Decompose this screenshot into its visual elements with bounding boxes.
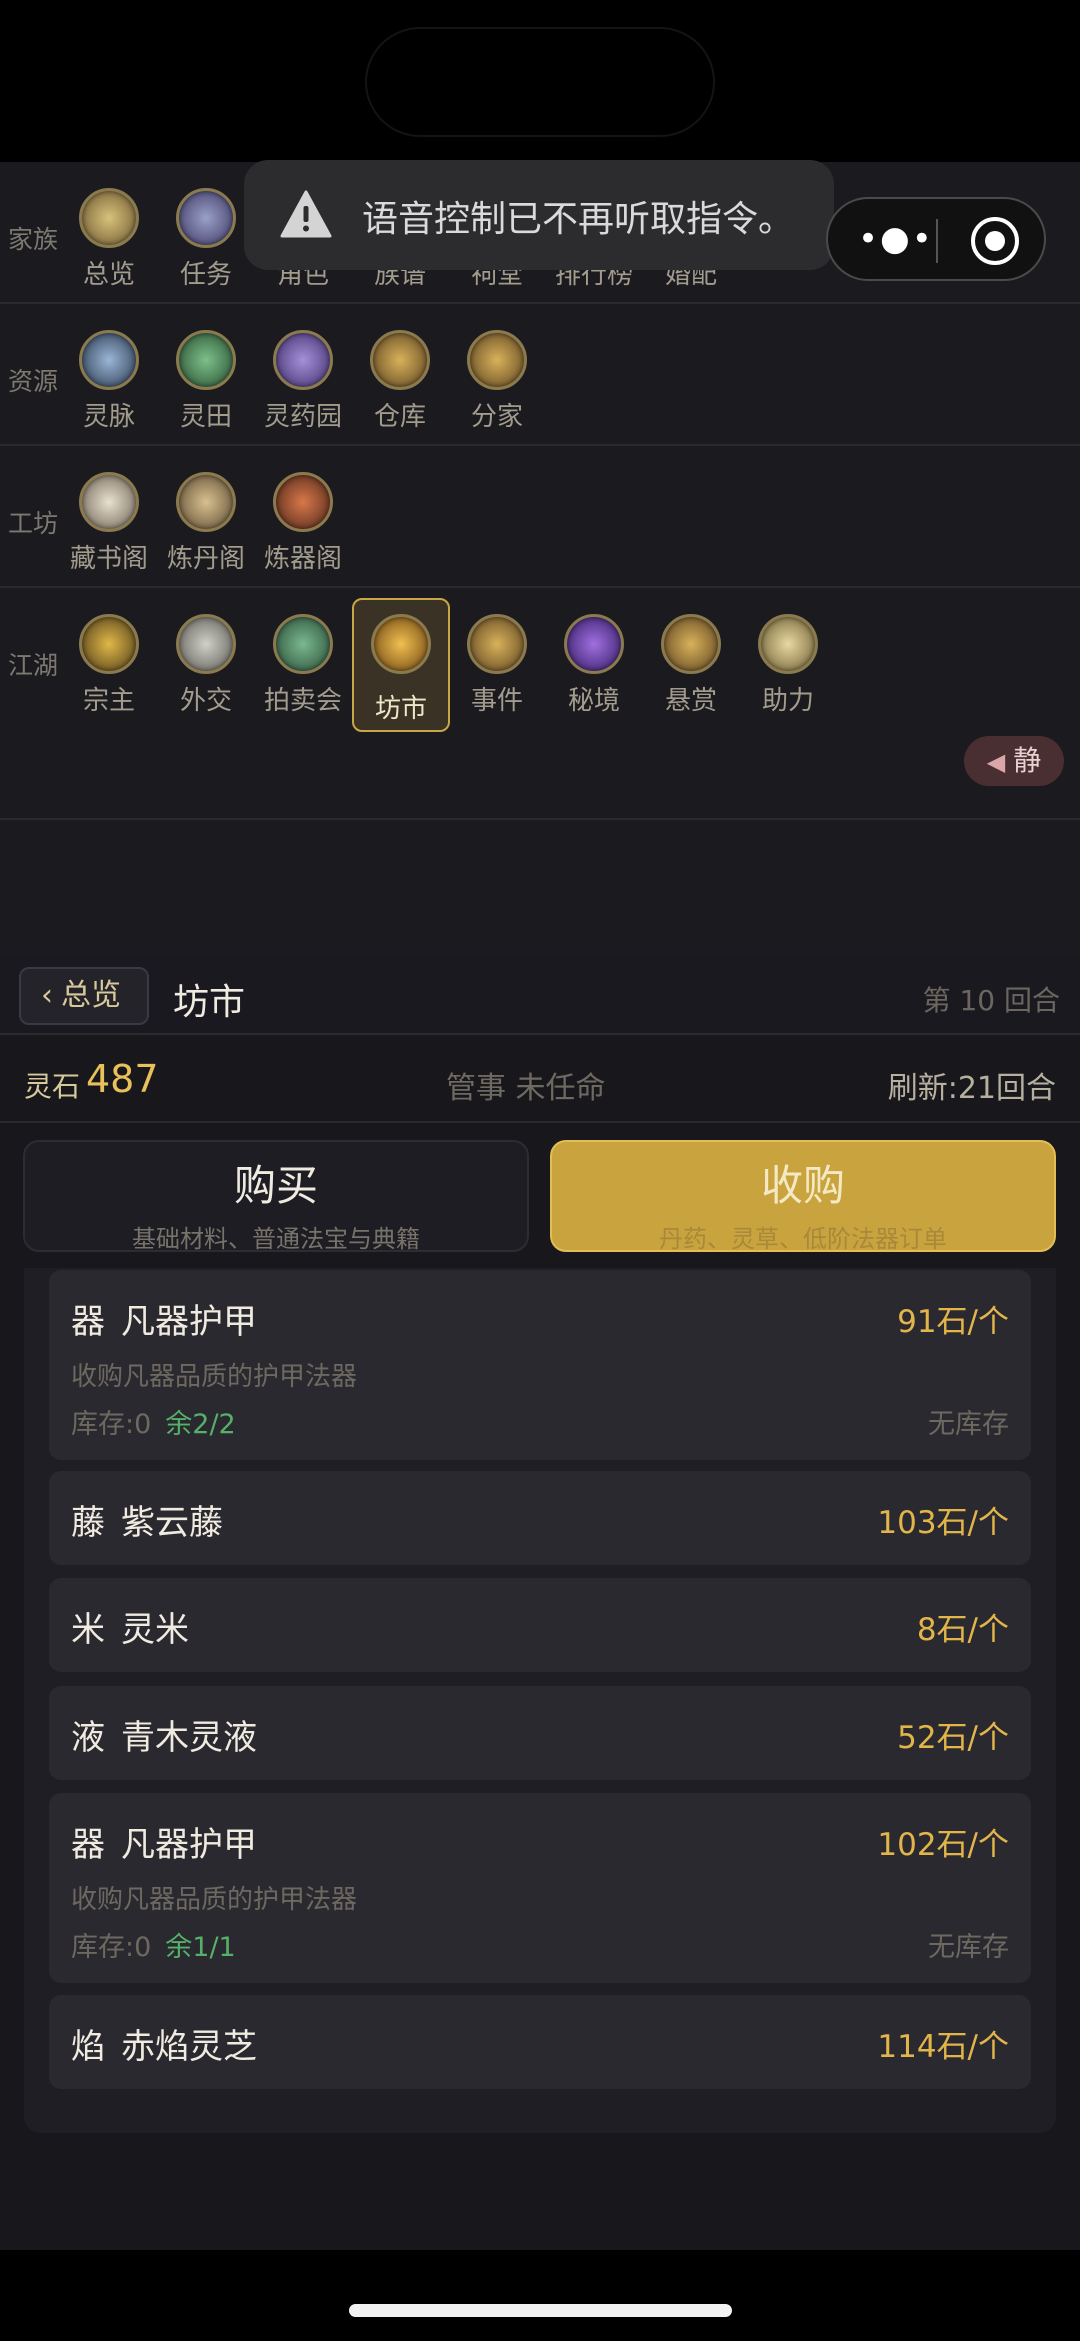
branch-icon (467, 330, 527, 390)
round-counter: 第 10 回合 (922, 984, 1060, 1017)
nav-item-secret-realm[interactable]: 秘境 (546, 604, 642, 716)
sect-master-icon (79, 614, 139, 674)
secret-realm-icon (564, 614, 624, 674)
warehouse-icon (370, 330, 430, 390)
nav-item-tasks[interactable]: 任务 (158, 178, 254, 290)
events-icon (467, 614, 527, 674)
voice-control-toast: 语音控制已不再听取指令。 (244, 160, 834, 270)
chevron-left-icon: ‹ (41, 978, 53, 1013)
page-title: 坊市 (173, 982, 246, 1023)
nav-row-workshop: 工坊 藏书阁 炼丹阁 炼器阁 (0, 446, 1080, 588)
support-icon (758, 614, 818, 674)
nav-item-sect-master[interactable]: 宗主 (61, 604, 157, 716)
auction-icon (273, 614, 333, 674)
bounty-icon (661, 614, 721, 674)
dynamic-island (365, 27, 715, 137)
nav-item-herb-garden[interactable]: 灵药园 (255, 320, 351, 432)
refresh-countdown: 刷新:21回合 (887, 1071, 1056, 1106)
nav-item-events[interactable]: 事件 (449, 604, 545, 716)
herb-garden-icon (273, 330, 333, 390)
mute-toggle[interactable]: ◀ 静 (964, 736, 1064, 786)
scales-icon (371, 614, 431, 674)
bottom-bar (0, 2250, 1080, 2341)
tasks-icon (176, 188, 236, 248)
forge-icon (273, 472, 333, 532)
row-label: 资源 (8, 367, 59, 396)
list-item[interactable]: 米灵米 8石/个 (49, 1578, 1031, 1672)
market-header: ‹ 总览 坊市 第 10 回合 (0, 955, 1080, 1035)
nav-row-resources: 资源 灵脉 灵田 灵药园 仓库 分家 (0, 304, 1080, 446)
close-target-icon[interactable] (971, 217, 1019, 265)
tab-sell[interactable]: 收购 丹药、灵草、低阶法器订单 (550, 1140, 1056, 1253)
back-button[interactable]: ‹ 总览 (19, 967, 149, 1025)
diplomacy-icon (176, 614, 236, 674)
market-panel: ‹ 总览 坊市 第 10 回合 灵石 487 管事 未任命 刷新:21回合 购买 … (0, 955, 1080, 2250)
row-label: 江湖 (8, 651, 59, 680)
warning-icon (280, 190, 332, 238)
capsule-divider (936, 219, 938, 263)
nav-item-bounty[interactable]: 悬赏 (643, 604, 739, 716)
nav-item-diplomacy[interactable]: 外交 (158, 604, 254, 716)
info-bar: 灵石 487 管事 未任命 刷新:21回合 (0, 1037, 1080, 1123)
list-item[interactable]: 焰赤焰灵芝 114石/个 (49, 1995, 1031, 2089)
list-item[interactable]: 液青木灵液 52石/个 (49, 1686, 1031, 1780)
spirit-stone-label: 灵石 (24, 1070, 81, 1103)
nav-item-spirit-field[interactable]: 灵田 (158, 320, 254, 432)
spirit-field-icon (176, 330, 236, 390)
list-item[interactable]: 藤紫云藤 103石/个 (49, 1471, 1031, 1565)
home-indicator[interactable] (349, 2304, 732, 2317)
nav-item-overview[interactable]: 总览 (61, 178, 157, 290)
row-label: 家族 (8, 225, 59, 254)
nav-item-spirit-vein[interactable]: 灵脉 (61, 320, 157, 432)
nav-row-jianghu: 江湖 宗主 外交 拍卖会 坊市 事件 秘境 悬赏 助力 (0, 588, 1080, 820)
nav-item-forge[interactable]: 炼器阁 (255, 462, 351, 574)
nav-item-library[interactable]: 藏书阁 (61, 462, 157, 574)
speaker-muted-icon: ◀ (986, 748, 1006, 776)
spirit-vein-icon (79, 330, 139, 390)
nav-item-auction[interactable]: 拍卖会 (255, 604, 351, 716)
nav-panel: 家族 总览 任务 角色 族谱 祠堂 排行榜 婚配 资源 灵脉 灵田 灵药园 仓库… (0, 162, 1080, 956)
status-bar (0, 0, 1080, 162)
mini-program-capsule: •●• (826, 197, 1046, 281)
tab-buy[interactable]: 购买 基础材料、普通法宝与典籍 (23, 1140, 529, 1253)
spirit-stone-value: 487 (86, 1057, 159, 1101)
list-item[interactable]: 器凡器护甲 91石/个 收购凡器品质的护甲法器 库存:0 余2/2 无库存 (49, 1270, 1031, 1460)
row-label: 工坊 (8, 509, 59, 538)
overview-icon (79, 188, 139, 248)
alchemy-icon (176, 472, 236, 532)
nav-item-market[interactable]: 坊市 (352, 598, 450, 732)
nav-item-alchemy[interactable]: 炼丹阁 (158, 462, 254, 574)
steward-status: 管事 未任命 (446, 1071, 606, 1106)
nav-item-branch[interactable]: 分家 (449, 320, 545, 432)
library-icon (79, 472, 139, 532)
list-item[interactable]: 器凡器护甲 102石/个 收购凡器品质的护甲法器 库存:0 余1/1 无库存 (49, 1793, 1031, 1983)
more-icon[interactable]: •●• (858, 219, 934, 259)
nav-item-warehouse[interactable]: 仓库 (352, 320, 448, 432)
nav-item-support[interactable]: 助力 (740, 604, 836, 716)
toast-text: 语音控制已不再听取指令。 (362, 199, 795, 240)
order-list[interactable]: 器凡器护甲 91石/个 收购凡器品质的护甲法器 库存:0 余2/2 无库存 藤紫云… (24, 1268, 1056, 2133)
